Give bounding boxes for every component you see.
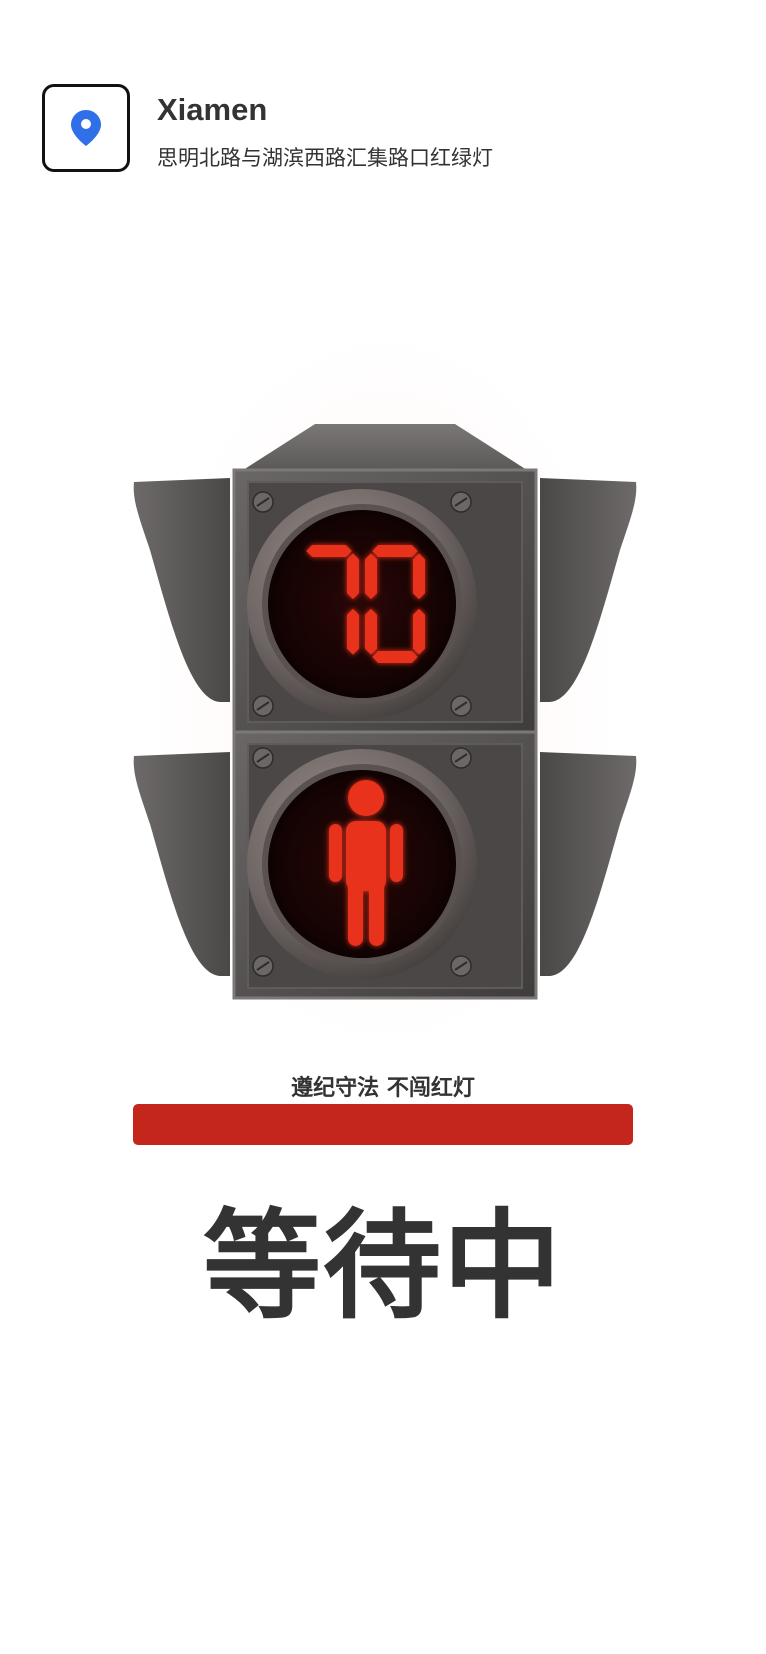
digit-segment-e: [365, 608, 377, 655]
digit-segment-b: [347, 553, 359, 600]
location-button[interactable]: [42, 84, 130, 172]
left-wing-top: [133, 478, 230, 702]
countdown-lens: [268, 510, 456, 698]
digit-segment-b: [413, 553, 425, 600]
status-text: 等待中: [202, 1197, 563, 1335]
slogan-text: 遵纪守法 不闯红灯: [291, 1076, 475, 1101]
digit-segment-f: [365, 553, 377, 600]
digit-segment-c: [413, 608, 425, 655]
pedestrian-traffic-light: [133, 424, 637, 1000]
location-header: Xiamen 思明北路与湖滨西路汇集路口红绿灯: [42, 84, 742, 180]
status-bar: [133, 1104, 633, 1145]
digit-segment-c: [347, 608, 359, 655]
top-cap: [240, 424, 530, 472]
digit-segment-d: [372, 651, 418, 663]
right-wing-top: [540, 478, 637, 702]
location-pin-icon: [71, 110, 101, 146]
left-wing-bottom: [133, 752, 230, 976]
city-name: Xiamen: [157, 92, 268, 127]
right-wing-bottom: [540, 752, 637, 976]
intersection-name: 思明北路与湖滨西路汇集路口红绿灯: [157, 146, 493, 170]
digit-segment-a: [306, 545, 352, 557]
digit-segment-a: [372, 545, 418, 557]
